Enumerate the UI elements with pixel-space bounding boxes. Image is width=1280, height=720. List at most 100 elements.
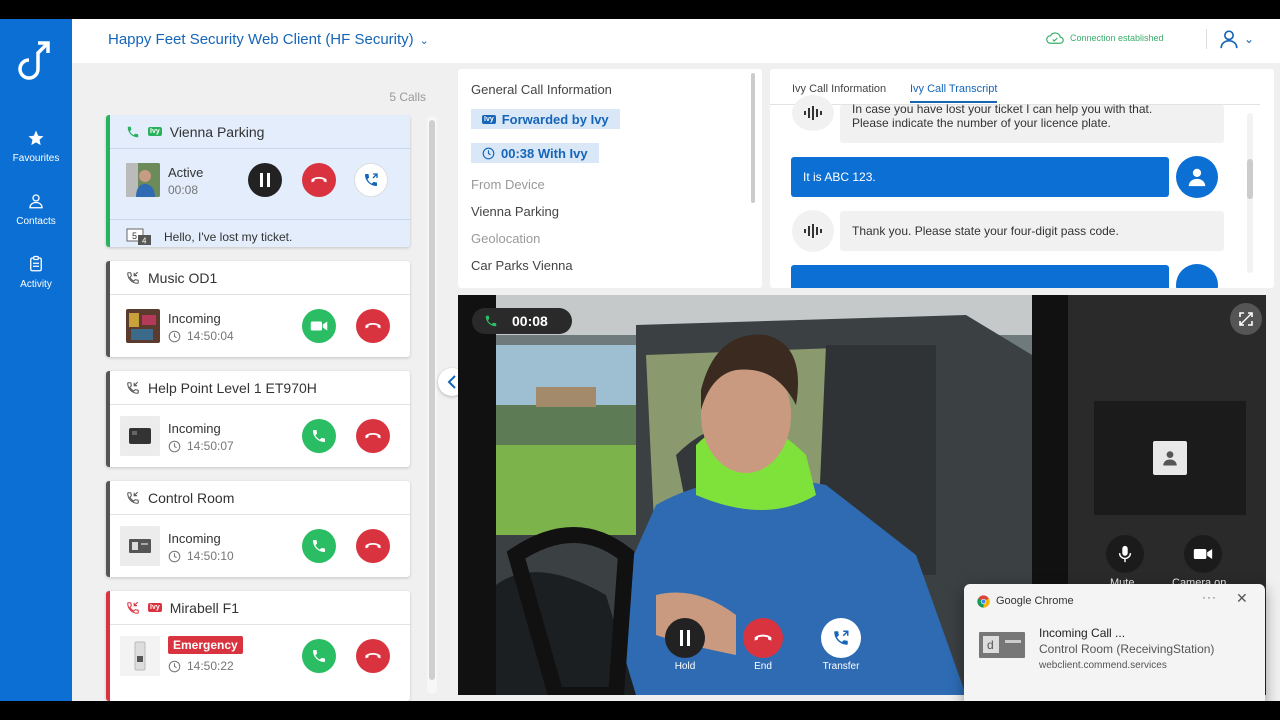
from-device-value: Vienna Parking xyxy=(471,204,559,219)
call-card[interactable]: Ivy Mirabell F1 Emergency 14:50:22 xyxy=(106,591,410,701)
calls-count: 5 Calls xyxy=(389,90,426,104)
nav-contacts[interactable]: Contacts xyxy=(0,192,72,227)
camera-toggle-button[interactable] xyxy=(1184,535,1222,573)
video-camera-icon xyxy=(310,321,328,331)
emergency-badge: Emergency xyxy=(168,636,243,654)
ivy-icon: Ivy xyxy=(482,114,496,124)
workspace-selector[interactable]: Happy Feet Security Web Client (HF Secur… xyxy=(108,31,429,48)
message-line: Please indicate the number of your licen… xyxy=(852,116,1111,130)
call-name: Vienna Parking xyxy=(169,123,265,140)
phone-icon xyxy=(313,650,325,662)
call-name: Help Point Level 1 ET970H xyxy=(148,379,317,396)
hangup-icon xyxy=(365,323,381,329)
incoming-call-icon xyxy=(127,601,139,614)
video-hold-button[interactable] xyxy=(665,618,705,658)
call-card-body: Active 00:08 xyxy=(110,149,410,219)
call-card[interactable]: Help Point Level 1 ET970H Incoming 14:50… xyxy=(106,371,410,467)
close-icon[interactable]: ✕ xyxy=(1236,590,1248,607)
ivy-badge-icon: Ivy xyxy=(148,127,162,136)
connection-status: Connection established xyxy=(1046,31,1164,45)
accept-call-button[interactable] xyxy=(302,529,336,563)
more-options-icon[interactable]: ··· xyxy=(1202,590,1217,604)
transcript-panel: Ivy Call Information Ivy Call Transcript… xyxy=(770,69,1274,288)
camera-icon xyxy=(1193,549,1213,559)
end-call-button[interactable] xyxy=(302,163,336,197)
call-received-time: 14:50:22 xyxy=(168,659,234,673)
reject-call-button[interactable] xyxy=(356,309,390,343)
transfer-label: Transfer xyxy=(822,661,860,672)
call-timer-value: 00:08 xyxy=(512,313,548,329)
chevron-left-icon xyxy=(447,375,456,389)
svg-text:4: 4 xyxy=(142,236,147,245)
call-name: Music OD1 xyxy=(148,269,218,286)
person-icon xyxy=(1188,168,1206,187)
info-scrollbar[interactable] xyxy=(751,73,755,203)
clock-icon xyxy=(168,550,181,562)
panel-title: General Call Information xyxy=(471,82,612,97)
fullscreen-button[interactable] xyxy=(1230,303,1262,335)
call-time: 00:08 xyxy=(168,183,199,197)
hold-button[interactable] xyxy=(248,163,282,197)
tab-ivy-call-transcript[interactable]: Ivy Call Transcript xyxy=(910,83,998,103)
accept-video-button[interactable] xyxy=(302,309,336,343)
hangup-icon xyxy=(365,433,381,439)
with-ivy-label: 00:38 With Ivy xyxy=(501,145,588,161)
incoming-call-icon xyxy=(127,381,139,394)
call-card[interactable]: Ivy Vienna Parking Active 00:08 5 4 Hell… xyxy=(106,115,410,247)
chevron-down-icon: ⌄ xyxy=(1244,32,1255,46)
notification-subtitle: Control Room (ReceivingStation) xyxy=(1039,642,1215,656)
reject-call-button[interactable] xyxy=(356,529,390,563)
sound-wave-icon xyxy=(804,106,822,120)
ivy-avatar xyxy=(792,95,834,131)
commend-logo xyxy=(18,41,50,80)
device-thumbnail xyxy=(120,526,160,566)
call-card[interactable]: Control Room Incoming 14:50:10 xyxy=(106,481,410,577)
call-card-body: Emergency 14:50:22 xyxy=(110,625,410,695)
tab-ivy-call-information[interactable]: Ivy Call Information xyxy=(792,83,886,95)
reject-call-button[interactable] xyxy=(356,419,390,453)
accept-call-button[interactable] xyxy=(302,419,336,453)
clock-icon xyxy=(168,660,181,672)
notification-title: Incoming Call ... xyxy=(1039,626,1126,640)
from-device-label: From Device xyxy=(471,177,545,192)
device-thumbnail xyxy=(126,309,160,343)
user-menu[interactable]: ⌄ xyxy=(1218,28,1254,50)
transfer-button[interactable] xyxy=(354,163,388,197)
ivy-message: Thank you. Please state your four-digit … xyxy=(840,211,1224,251)
caller-avatar xyxy=(1176,156,1218,198)
call-card-header: Help Point Level 1 ET970H xyxy=(110,371,410,405)
hangup-icon xyxy=(365,653,381,659)
mute-button[interactable] xyxy=(1106,535,1144,573)
call-card-body: Incoming 14:50:10 xyxy=(110,515,410,585)
video-transfer-button[interactable] xyxy=(821,618,861,658)
scrollbar-thumb[interactable] xyxy=(1247,159,1253,199)
call-status: Emergency xyxy=(168,636,243,654)
person-icon xyxy=(29,194,43,209)
transcript-scrollbar[interactable] xyxy=(1247,113,1253,273)
device-thumbnail xyxy=(120,636,160,676)
geolocation-label: Geolocation xyxy=(471,231,541,246)
caller-message: It is ABC 123. xyxy=(791,157,1169,197)
last-message: 54 Hello, I've lost my ticket. xyxy=(110,219,410,253)
chevron-down-icon: ⌄ xyxy=(419,35,429,47)
phone-icon xyxy=(127,126,139,137)
video-end-button[interactable] xyxy=(743,618,783,658)
user-icon xyxy=(1220,30,1238,49)
calls-scrollbar[interactable] xyxy=(427,116,437,694)
scrollbar-thumb[interactable] xyxy=(429,120,435,680)
incoming-call-icon xyxy=(127,491,139,504)
call-card[interactable]: Music OD1 Incoming 14:50:04 xyxy=(106,261,410,357)
accept-call-button[interactable] xyxy=(302,639,336,673)
call-time: 14:50:07 xyxy=(187,439,234,453)
call-card-header: Ivy Mirabell F1 xyxy=(110,591,410,625)
call-status: Incoming xyxy=(168,311,221,326)
self-view-video xyxy=(1094,401,1246,515)
call-received-time: 14:50:04 xyxy=(168,329,234,343)
divider xyxy=(1206,29,1207,49)
device-thumbnail xyxy=(120,416,160,456)
nav-favourites[interactable]: Favourites xyxy=(0,129,72,164)
call-received-time: 14:50:10 xyxy=(168,549,234,563)
nav-activity[interactable]: Activity xyxy=(0,255,72,290)
chrome-notification[interactable]: Google Chrome ··· ✕ d Incoming Call ... … xyxy=(964,584,1265,701)
reject-call-button[interactable] xyxy=(356,639,390,673)
